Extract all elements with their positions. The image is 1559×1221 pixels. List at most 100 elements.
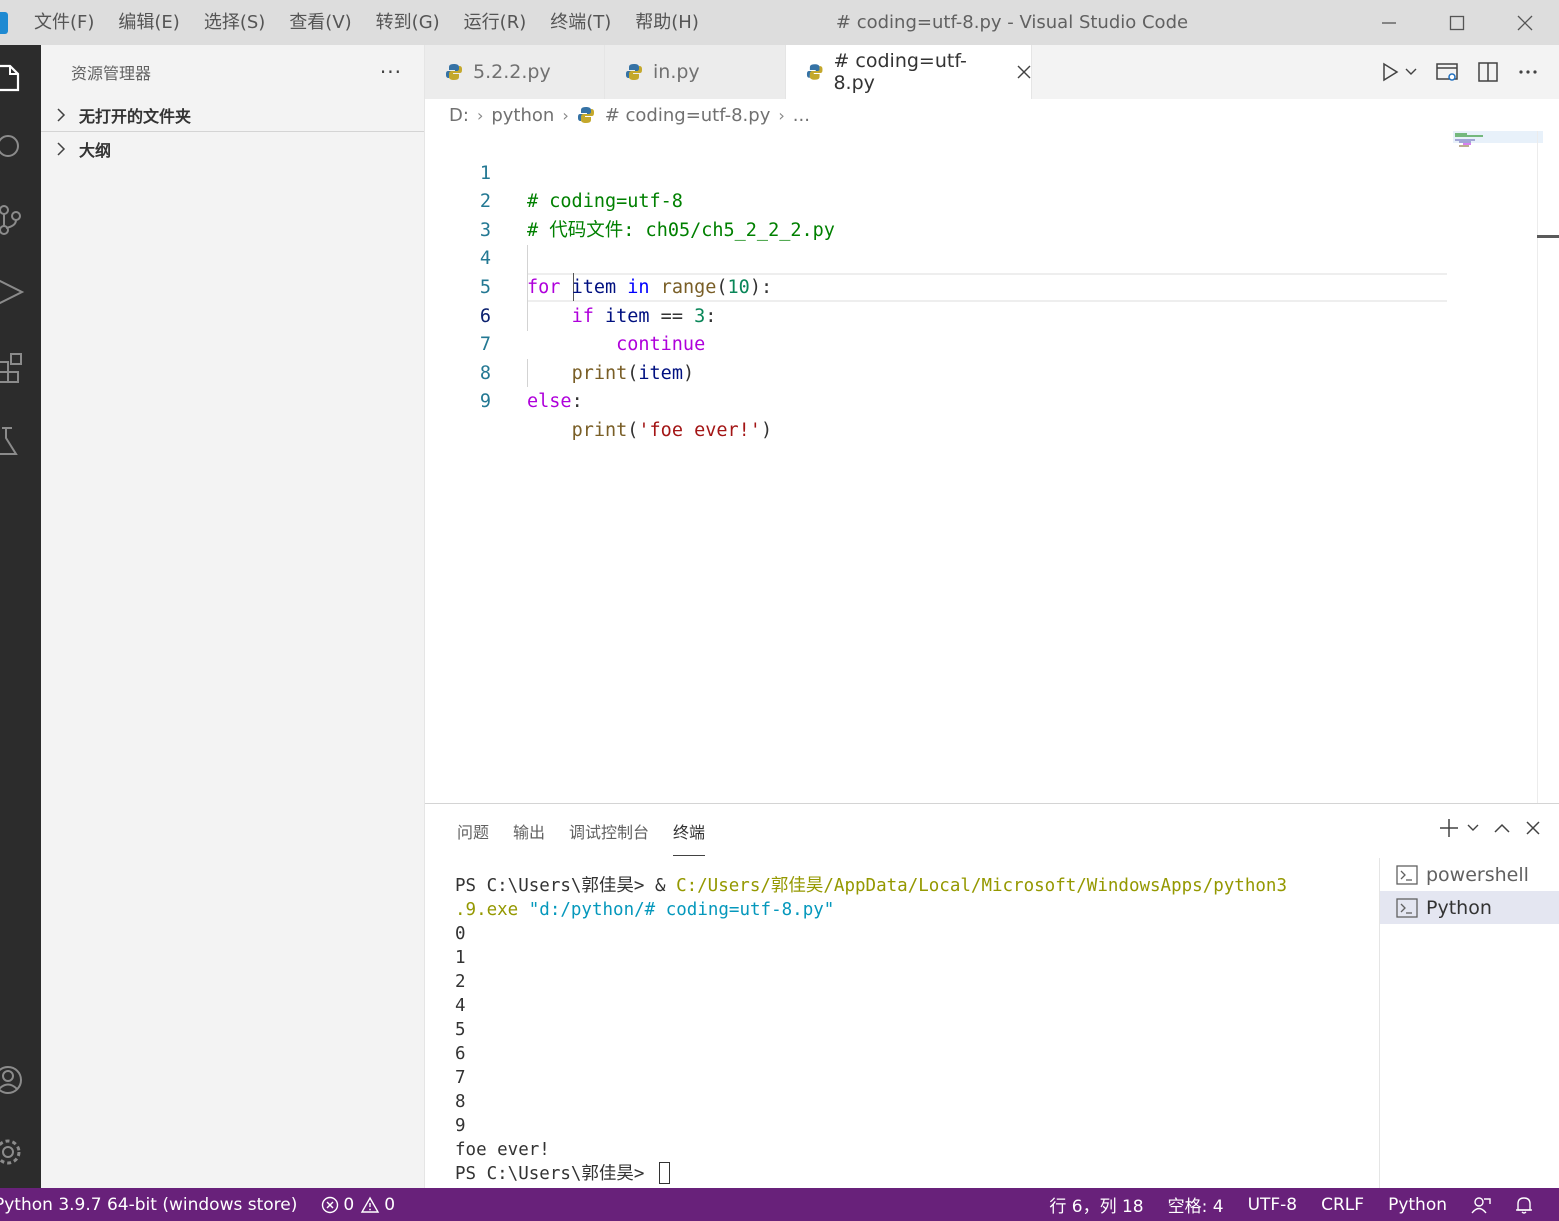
title-bar: 文件(F) 编辑(E) 选择(S) 查看(V) 转到(G) 运行(R) 终端(T… — [0, 0, 1559, 45]
problems-indicator[interactable]: 0 0 — [309, 1195, 407, 1215]
window-controls — [1355, 0, 1559, 45]
new-terminal-button[interactable] — [1439, 818, 1479, 838]
run-file-button[interactable] — [1381, 62, 1417, 82]
terminal-item-label: Python — [1426, 896, 1492, 919]
gear-icon — [0, 1139, 21, 1165]
terminal-icon — [1396, 897, 1418, 918]
chevron-right-icon: › — [778, 105, 785, 125]
extensions-icon — [0, 353, 22, 383]
feedback-button[interactable] — [1459, 1195, 1503, 1215]
error-count: 0 — [343, 1194, 355, 1215]
breadcrumb-file[interactable]: # coding=utf-8.py — [605, 105, 771, 126]
menu-bar: 文件(F) 编辑(E) 选择(S) 查看(V) 转到(G) 运行(R) 终端(T… — [22, 0, 711, 45]
search-button[interactable] — [0, 123, 41, 173]
vscode-logo-icon — [0, 12, 8, 34]
testing-button[interactable] — [0, 415, 41, 465]
accounts-button[interactable] — [0, 1055, 41, 1105]
run-debug-button[interactable] — [0, 267, 41, 317]
open-preview-icon[interactable] — [1435, 61, 1459, 83]
file-encoding[interactable]: UTF-8 — [1236, 1195, 1310, 1215]
terminal-item-python[interactable]: Python — [1380, 891, 1559, 924]
tab-problems[interactable]: 问题 — [457, 804, 489, 860]
code-line: 3 — [425, 188, 1535, 241]
python-interpreter[interactable]: Python 3.9.7 64-bit (windows store) — [0, 1195, 309, 1215]
source-control-button[interactable] — [0, 195, 41, 245]
close-window-button[interactable] — [1491, 0, 1559, 45]
code-line: 4 for item in range(10): — [425, 217, 1535, 298]
editor-scrollbar[interactable] — [1537, 131, 1559, 803]
code-line: 5 if item == 3: — [425, 245, 1535, 327]
terminal-output-line: 2 — [455, 972, 466, 992]
bell-icon — [1516, 1196, 1532, 1214]
language-mode[interactable]: Python — [1376, 1195, 1459, 1215]
code-line: 1 # coding=utf-8 — [425, 131, 1535, 213]
code-line: 9 print('foe ever!') — [425, 360, 1535, 441]
tab-label: 5.2.2.py — [473, 61, 551, 83]
terminal-output[interactable]: PS C:\Users\郭佳昊> & C:/Users/郭佳昊/AppData/… — [455, 874, 1375, 1186]
terminal-icon — [1396, 864, 1418, 885]
more-actions-icon[interactable]: ··· — [380, 60, 402, 84]
chevron-up-icon[interactable] — [1493, 822, 1511, 834]
menu-view[interactable]: 查看(V) — [277, 0, 363, 45]
tab-coding-utf-8-py[interactable]: # coding=utf-8.py — [786, 45, 1032, 99]
terminal-list: powershell Python — [1379, 858, 1559, 1189]
extensions-button[interactable] — [0, 341, 41, 391]
end-of-line[interactable]: CRLF — [1309, 1195, 1376, 1215]
line-number: 9 — [479, 391, 491, 413]
panel-tabs: 问题 输出 调试控制台 终端 — [445, 804, 717, 860]
minimize-button[interactable] — [1355, 0, 1423, 45]
play-icon — [1383, 62, 1399, 82]
notifications-button[interactable] — [1503, 1195, 1545, 1215]
maximize-icon — [1449, 15, 1465, 30]
terminal-item-powershell[interactable]: powershell — [1380, 858, 1559, 891]
menu-file[interactable]: 文件(F) — [22, 0, 106, 45]
python-file-icon — [626, 64, 642, 80]
editor-tabs: 5.2.2.py in.py # coding=utf-8.py — [425, 45, 1559, 99]
split-editor-icon[interactable] — [1477, 61, 1499, 83]
menu-run[interactable]: 运行(R) — [452, 0, 539, 45]
indentation[interactable]: 空格: 4 — [1156, 1192, 1236, 1217]
warning-count: 0 — [384, 1194, 396, 1215]
chevron-right-icon — [51, 141, 71, 156]
cursor-position[interactable]: 行 6，列 18 — [1037, 1192, 1155, 1217]
section-outline[interactable]: 大纲 — [41, 132, 424, 165]
menu-go[interactable]: 转到(G) — [364, 0, 452, 45]
more-actions-icon[interactable] — [1517, 61, 1539, 83]
maximize-button[interactable] — [1423, 0, 1491, 45]
tab-debug-console[interactable]: 调试控制台 — [569, 804, 649, 860]
activity-bar — [0, 45, 41, 1188]
search-icon — [0, 135, 19, 157]
code-line: 7 print(item) — [425, 303, 1535, 384]
tab-terminal[interactable]: 终端 — [673, 804, 706, 860]
breadcrumb-folder[interactable]: python — [491, 105, 554, 126]
breadcrumb-drive[interactable]: D: — [449, 105, 469, 126]
tab-output[interactable]: 输出 — [513, 804, 545, 860]
terminal-output-line: 6 — [455, 1044, 466, 1064]
close-icon[interactable] — [1525, 820, 1541, 836]
terminal-prompt: PS C:\Users\郭佳昊> — [455, 1164, 656, 1184]
tab-5-2-2-py[interactable]: 5.2.2.py — [425, 45, 605, 99]
terminal-output-line: 1 — [455, 948, 466, 968]
close-tab-button[interactable] — [1017, 65, 1031, 79]
warning-icon — [360, 1196, 380, 1213]
explorer-button[interactable] — [0, 53, 41, 103]
menu-terminal[interactable]: 终端(T) — [538, 0, 623, 45]
source-control-icon — [0, 205, 21, 235]
tab-in-py[interactable]: in.py — [605, 45, 786, 99]
terminal-output-line: 5 — [455, 1020, 466, 1040]
terminal-output-line: 0 — [455, 924, 466, 944]
section-no-folder[interactable]: 无打开的文件夹 — [41, 99, 424, 132]
close-icon — [1517, 15, 1533, 30]
minimap[interactable] — [1453, 131, 1543, 161]
manage-button[interactable] — [0, 1127, 41, 1177]
code-line: 2 # 代码文件: ch05/ch5_2_2_2.py — [425, 160, 1535, 241]
menu-help[interactable]: 帮助(H) — [623, 0, 711, 45]
breadcrumb-symbol[interactable]: ... — [793, 105, 810, 126]
editor-actions — [1381, 45, 1539, 99]
menu-edit[interactable]: 编辑(E) — [106, 0, 191, 45]
code-editor[interactable]: 1 # coding=utf-8 2 # 代码文件: ch05/ch5_2_2_… — [425, 131, 1559, 803]
chevron-down-icon — [1405, 68, 1417, 75]
status-bar: Python 3.9.7 64-bit (windows store) 0 0 … — [0, 1188, 1559, 1221]
menu-selection[interactable]: 选择(S) — [192, 0, 277, 45]
feedback-icon — [1471, 1196, 1491, 1213]
